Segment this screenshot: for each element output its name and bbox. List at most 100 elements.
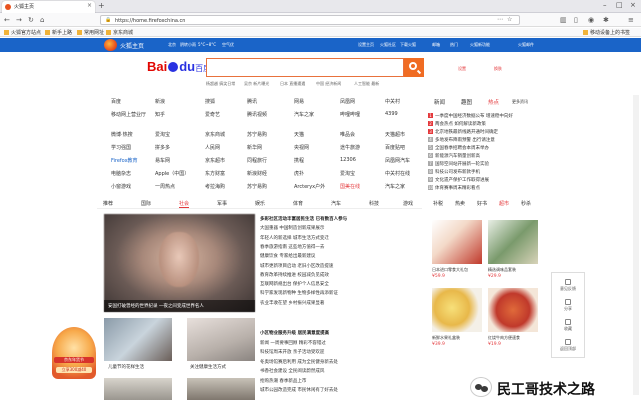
- site-link[interactable]: 新华网: [247, 144, 262, 151]
- site-link[interactable]: 拼多多: [155, 144, 170, 151]
- site-link[interactable]: 苏宁易购: [247, 131, 267, 138]
- site-link[interactable]: Apple（中国）: [155, 170, 189, 177]
- close-tab-icon[interactable]: ×: [87, 2, 92, 9]
- header-link[interactable]: 火狐社区: [380, 42, 396, 48]
- site-link[interactable]: 爱淘宝: [155, 131, 170, 138]
- promo-banner[interactable]: 京东年货节 立享300减40: [52, 327, 96, 379]
- content-tab[interactable]: 汽车: [331, 200, 341, 207]
- product-name[interactable]: 日本进口零食大礼包: [432, 267, 468, 273]
- bookmark-item[interactable]: 常用网址: [77, 29, 104, 36]
- site-link[interactable]: Firefox教育: [111, 157, 138, 164]
- library-icon[interactable]: ▥: [560, 15, 567, 25]
- bookmark-item[interactable]: 京东商城: [106, 29, 133, 36]
- news-headline[interactable]: 年轻人的新选择 城市生活方式变迁: [260, 235, 420, 241]
- content-tab[interactable]: 体育: [293, 200, 303, 207]
- new-tab-button[interactable]: +: [98, 1, 105, 11]
- mobile-bookmarks[interactable]: 移动设备上的书签: [583, 29, 630, 36]
- site-link[interactable]: 苏宁易购: [247, 183, 267, 190]
- site-link[interactable]: 4399: [385, 111, 398, 117]
- site-link[interactable]: 百度: [111, 98, 121, 105]
- product-image[interactable]: [432, 220, 482, 264]
- site-link[interactable]: 凤凰网汽车: [385, 157, 410, 164]
- content-tab[interactable]: 军事: [217, 200, 227, 207]
- url-bar[interactable]: 🔒 https://home.firefoxchina.cn ⋯ ☆: [100, 15, 520, 25]
- product-image[interactable]: [488, 288, 538, 332]
- site-link[interactable]: 央视网: [294, 144, 309, 151]
- site-link[interactable]: 网易: [294, 98, 304, 105]
- news-item[interactable]: 8 科技公司发布新款手机: [428, 169, 546, 175]
- site-link[interactable]: 腾讯视频: [247, 111, 267, 118]
- news-item[interactable]: 10 体育赛事周末精彩看点: [428, 185, 546, 191]
- news-thumb[interactable]: [104, 318, 172, 361]
- bookmark-item[interactable]: 火狐官方站点: [4, 29, 41, 36]
- bookmark-item[interactable]: 新手上路: [45, 29, 72, 36]
- site-link[interactable]: 腾讯: [247, 98, 257, 105]
- skin-link[interactable]: 换肤: [494, 66, 502, 72]
- header-link[interactable]: 下载火狐: [400, 42, 416, 48]
- share-button[interactable]: 分享: [552, 299, 584, 312]
- site-link[interactable]: 途牛旅游: [340, 144, 360, 151]
- shop-tab[interactable]: 热卖: [455, 200, 465, 207]
- site-link[interactable]: 天猫超市: [385, 131, 405, 138]
- favorite-button[interactable]: 收藏: [552, 319, 584, 332]
- site-link[interactable]: 汽车之家: [385, 183, 405, 190]
- news-tab[interactable]: 新闻: [434, 98, 445, 106]
- site-link[interactable]: 考拉海购: [205, 183, 225, 190]
- hot-word[interactable]: 杨超越 搞笑日常: [206, 81, 235, 87]
- site-link[interactable]: 爱淘宝: [340, 170, 355, 177]
- content-tab[interactable]: 娱乐: [255, 200, 265, 207]
- site-link[interactable]: 微博·热搜: [111, 131, 133, 138]
- news-item[interactable]: 1 一季度中国经济数据公布 增速稳中向好: [428, 113, 546, 119]
- site-link[interactable]: 人民网: [205, 144, 220, 151]
- search-input[interactable]: [206, 58, 404, 77]
- site-link[interactable]: 同程旅行: [247, 157, 267, 164]
- site-link[interactable]: 京东商城: [205, 131, 225, 138]
- menu-icon[interactable]: ≡: [628, 15, 634, 25]
- news-headline[interactable]: 城市公园改造完成 市民休闲有了好去处: [260, 387, 420, 393]
- news-tab-active[interactable]: 热点: [488, 98, 499, 106]
- bookmark-star-icon[interactable]: ☆: [507, 16, 512, 23]
- shop-tab-active[interactable]: 超市: [499, 200, 509, 207]
- hot-word[interactable]: 人工智能 最新: [354, 81, 379, 87]
- site-link[interactable]: 一周热点: [155, 183, 175, 190]
- feedback-button[interactable]: 意见反馈: [552, 279, 584, 292]
- site-link[interactable]: 百度贴吧: [385, 144, 405, 151]
- hot-word[interactable]: 中国 经济新闻: [316, 81, 341, 87]
- headline-caption[interactable]: 安国打破曾经的世界纪录 一夜之间变成世界名人: [104, 300, 255, 312]
- content-tab[interactable]: 科技: [369, 200, 379, 207]
- news-item[interactable]: 5 全国春季招聘会本周末举办: [428, 145, 546, 151]
- baidu-logo[interactable]: Baidu百度▾: [147, 59, 214, 74]
- news-item[interactable]: 9 文化遗产保护工作取得进展: [428, 177, 546, 183]
- maximize-icon[interactable]: □: [616, 1, 623, 9]
- forward-icon[interactable]: →: [16, 15, 22, 25]
- reload-icon[interactable]: ↻: [28, 15, 34, 25]
- product-image[interactable]: [488, 220, 538, 264]
- settings-link[interactable]: 设置: [458, 66, 466, 72]
- site-link[interactable]: 凤凰网: [340, 98, 355, 105]
- product-name[interactable]: 新鲜水果礼盒装: [432, 335, 460, 341]
- news-headline[interactable]: 书香社会建设 全民阅读蔚然成风: [260, 368, 420, 374]
- browser-tab[interactable]: 火狐主页 ×: [2, 1, 95, 13]
- news-headline[interactable]: 抢购热潮 春季新品上市: [260, 378, 420, 384]
- header-link[interactable]: 邮箱: [432, 42, 440, 48]
- scrollbar[interactable]: [633, 95, 639, 395]
- news-thumb[interactable]: [187, 318, 255, 361]
- home-icon[interactable]: ⌂: [40, 15, 44, 25]
- site-link[interactable]: Arcteryx户外: [294, 183, 325, 190]
- site-link[interactable]: 东方财富: [205, 170, 225, 177]
- news-thumb[interactable]: [187, 378, 255, 400]
- site-link[interactable]: 搜狐: [205, 98, 215, 105]
- more-news-link[interactable]: 更多资讯: [512, 99, 528, 105]
- product-image[interactable]: [432, 288, 482, 332]
- news-thumb[interactable]: [104, 378, 172, 400]
- site-link[interactable]: 电脑杂志: [111, 170, 131, 177]
- news-headline[interactable]: 科学家发现新物种 生物多样性再添新证: [260, 290, 420, 296]
- content-tab[interactable]: 游戏: [403, 200, 413, 207]
- header-link[interactable]: 热门: [450, 42, 458, 48]
- site-link[interactable]: 中关村在线: [385, 170, 410, 177]
- news-headline[interactable]: 小区物业服务升级 居民满意度提高: [260, 330, 420, 336]
- news-headline[interactable]: 冬奥场馆赛后利用 成为全民健身新去处: [260, 359, 420, 365]
- news-headline[interactable]: 互联网新规出台 保护个人信息安全: [260, 281, 420, 287]
- hot-word[interactable]: 吴京 新片曝光: [244, 81, 269, 87]
- content-tab[interactable]: 国际: [141, 200, 151, 207]
